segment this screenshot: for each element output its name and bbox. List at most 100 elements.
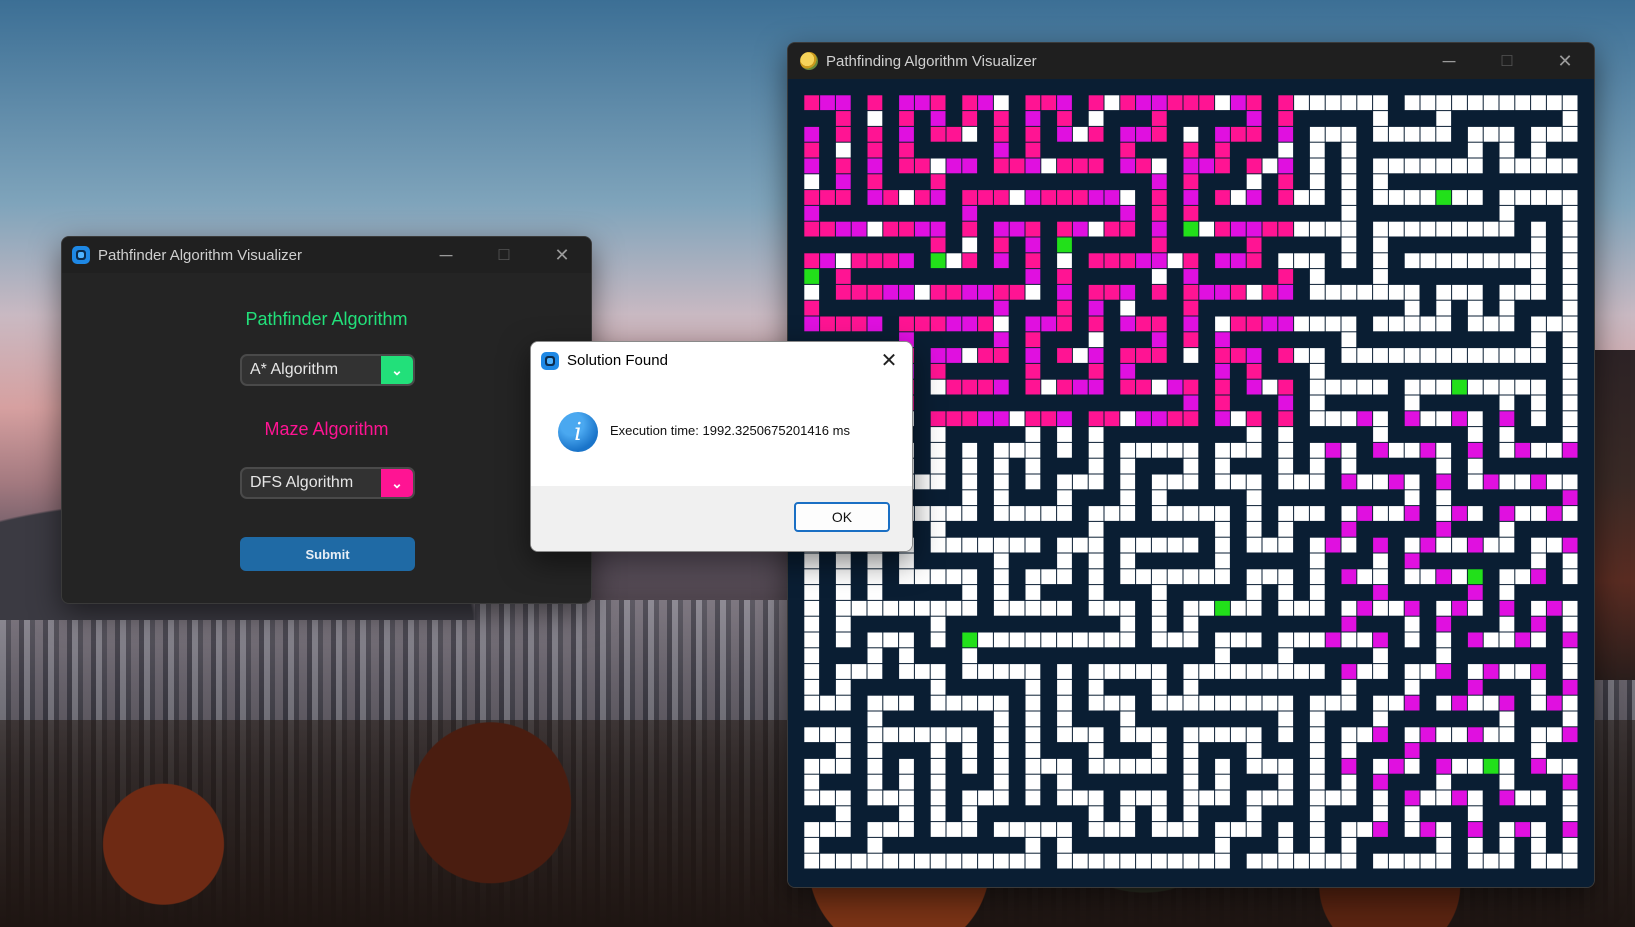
maze-cell xyxy=(1215,837,1230,853)
maze-cell xyxy=(1136,253,1151,269)
maze-cell xyxy=(1151,537,1167,553)
maximize-icon[interactable]: ☐ xyxy=(1478,43,1536,79)
maze-cell xyxy=(1120,442,1136,458)
maze-cell xyxy=(1199,569,1215,585)
maze-cell xyxy=(1373,727,1388,743)
maze-dropdown[interactable]: DFS Algorithm ⌄ xyxy=(240,467,415,499)
maze-cell xyxy=(1436,648,1452,664)
maze-cell xyxy=(1341,190,1357,205)
chevron-down-icon[interactable]: ⌄ xyxy=(381,469,413,497)
maze-cell xyxy=(1120,822,1136,837)
maze-cell xyxy=(993,300,1009,316)
maze-cell xyxy=(1483,758,1499,774)
pathfinder-dropdown[interactable]: A* Algorithm ⌄ xyxy=(240,354,415,386)
maze-cell xyxy=(1151,758,1167,774)
maze-cell xyxy=(1515,474,1531,490)
maze-cell xyxy=(1404,853,1420,869)
maze-cell xyxy=(962,348,978,363)
maze-cell xyxy=(1057,853,1072,869)
maze-cell xyxy=(1072,221,1088,237)
maze-cell xyxy=(1215,316,1230,332)
maze-cell xyxy=(962,537,978,553)
minimize-icon[interactable]: ─ xyxy=(417,237,475,273)
maze-cell xyxy=(1057,506,1072,521)
maze-cell xyxy=(1531,332,1546,348)
maze-cell xyxy=(804,269,820,284)
maze-cell xyxy=(1183,853,1199,869)
maze-cell xyxy=(899,727,914,743)
maze-cell xyxy=(1025,126,1041,142)
maze-cell xyxy=(1151,95,1167,111)
maze-cell xyxy=(899,664,914,679)
maze-cell xyxy=(1215,95,1230,111)
maze-cell xyxy=(1294,664,1309,679)
maze-cell xyxy=(1373,711,1388,727)
maze-cell xyxy=(1404,537,1420,553)
maze-cell xyxy=(1025,458,1041,474)
maze-cell xyxy=(930,506,946,521)
maze-cell xyxy=(1088,806,1104,822)
maze-cell xyxy=(1183,142,1199,158)
maze-cell xyxy=(835,664,851,679)
dialog-title-bar[interactable]: Solution Found ✕ xyxy=(531,342,912,379)
maze-cell xyxy=(930,363,946,379)
maze-cell xyxy=(1088,822,1104,837)
maze-cell xyxy=(962,695,978,711)
maze-cell xyxy=(1025,774,1041,790)
maze-cell xyxy=(1388,695,1404,711)
maze-cell xyxy=(1373,585,1388,600)
maze-cell xyxy=(1120,632,1136,648)
maze-cell xyxy=(1183,253,1199,269)
maze-cell xyxy=(867,664,883,679)
maze-cell xyxy=(1120,727,1136,743)
maze-cell xyxy=(1057,695,1072,711)
submit-button[interactable]: Submit xyxy=(240,537,415,571)
maze-cell xyxy=(1357,348,1373,363)
maze-cell xyxy=(1452,506,1467,521)
maze-cell xyxy=(1467,253,1483,269)
close-icon[interactable]: ✕ xyxy=(1536,43,1594,79)
maze-cell xyxy=(835,95,851,111)
maze-cell xyxy=(1088,664,1104,679)
maze-cell xyxy=(1230,695,1246,711)
maze-cell xyxy=(867,585,883,600)
maze-cell xyxy=(978,348,993,363)
maze-cell xyxy=(1025,600,1041,616)
maximize-icon[interactable]: ☐ xyxy=(475,237,533,273)
maze-cell xyxy=(883,790,899,806)
maze-cell xyxy=(1136,537,1151,553)
maze-cell xyxy=(1309,442,1325,458)
ok-button[interactable]: OK xyxy=(794,502,890,532)
maze-cell xyxy=(1309,537,1325,553)
maze-cell xyxy=(1467,379,1483,395)
maze-cell xyxy=(1467,569,1483,585)
maze-cell xyxy=(1499,284,1515,300)
maze-cell xyxy=(962,111,978,126)
maze-cell xyxy=(1436,616,1452,632)
title-bar[interactable]: Pathfinder Algorithm Visualizer ─ ☐ ✕ xyxy=(62,237,591,273)
maze-cell xyxy=(1404,221,1420,237)
pathfinder-window: Pathfinder Algorithm Visualizer ─ ☐ ✕ Pa… xyxy=(61,236,592,604)
chevron-down-icon[interactable]: ⌄ xyxy=(381,356,413,384)
maze-cell xyxy=(1373,790,1388,806)
title-bar[interactable]: Pathfinding Algorithm Visualizer ─ ☐ ✕ xyxy=(788,43,1594,79)
maze-cell xyxy=(851,664,867,679)
maze-cell xyxy=(946,537,962,553)
maze-cell xyxy=(1057,190,1072,205)
maze-cell xyxy=(993,332,1009,348)
maze-cell xyxy=(1199,664,1215,679)
maze-cell xyxy=(1436,458,1452,474)
minimize-icon[interactable]: ─ xyxy=(1420,43,1478,79)
maze-cell xyxy=(1151,332,1167,348)
dialog-message: Execution time: 1992.3250675201416 ms xyxy=(610,423,850,438)
app-icon xyxy=(541,351,559,370)
maze-cell xyxy=(1436,569,1452,585)
close-icon[interactable]: ✕ xyxy=(533,237,591,273)
close-icon[interactable]: ✕ xyxy=(874,342,904,379)
maze-cell xyxy=(962,585,978,600)
maze-cell xyxy=(1309,474,1325,490)
maze-cell xyxy=(1452,284,1467,300)
maze-cell xyxy=(1309,126,1325,142)
maze-cell xyxy=(867,111,883,126)
maze-cell xyxy=(1420,411,1436,427)
